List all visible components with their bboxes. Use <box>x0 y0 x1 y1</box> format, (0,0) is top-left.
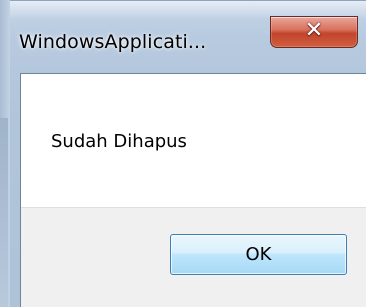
close-icon: ✕ <box>304 18 324 43</box>
close-button[interactable]: ✕ <box>270 16 358 48</box>
window-title: WindowsApplicati... <box>19 31 207 53</box>
ok-button[interactable]: OK <box>170 234 347 275</box>
message-box-window: WindowsApplicati... ✕ Sudah Dihapus OK <box>0 0 366 307</box>
dialog-client-area: Sudah Dihapus OK <box>20 73 366 307</box>
dialog-button-bar: OK <box>21 207 366 307</box>
ok-button-label: OK <box>245 244 272 265</box>
window-left-border <box>0 0 10 307</box>
dialog-message: Sudah Dihapus <box>51 131 187 152</box>
